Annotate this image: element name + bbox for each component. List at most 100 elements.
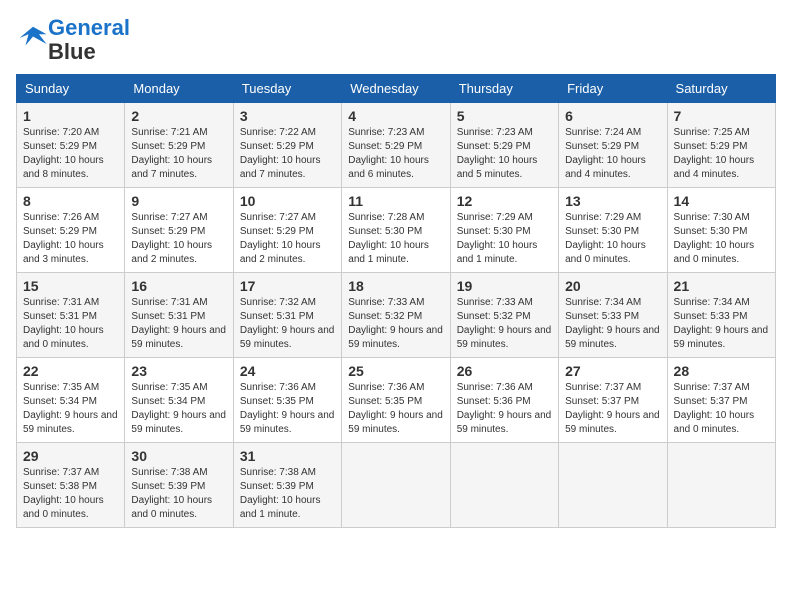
calendar-cell: 27 Sunrise: 7:37 AMSunset: 5:37 PMDaylig… (559, 358, 667, 443)
day-number: 11 (348, 193, 443, 209)
calendar-cell (450, 443, 558, 528)
calendar-cell: 13 Sunrise: 7:29 AMSunset: 5:30 PMDaylig… (559, 188, 667, 273)
calendar-cell: 9 Sunrise: 7:27 AMSunset: 5:29 PMDayligh… (125, 188, 233, 273)
day-info: Sunrise: 7:35 AMSunset: 5:34 PMDaylight:… (131, 381, 226, 437)
calendar-cell: 7 Sunrise: 7:25 AMSunset: 5:29 PMDayligh… (667, 103, 775, 188)
day-number: 31 (240, 448, 335, 464)
calendar-cell (667, 443, 775, 528)
calendar-cell (342, 443, 450, 528)
day-number: 20 (565, 278, 660, 294)
day-info: Sunrise: 7:35 AMSunset: 5:34 PMDaylight:… (23, 381, 118, 437)
calendar-cell: 23 Sunrise: 7:35 AMSunset: 5:34 PMDaylig… (125, 358, 233, 443)
calendar-cell: 8 Sunrise: 7:26 AMSunset: 5:29 PMDayligh… (17, 188, 125, 273)
day-info: Sunrise: 7:36 AMSunset: 5:35 PMDaylight:… (348, 381, 443, 437)
calendar-cell: 20 Sunrise: 7:34 AMSunset: 5:33 PMDaylig… (559, 273, 667, 358)
calendar-cell: 16 Sunrise: 7:31 AMSunset: 5:31 PMDaylig… (125, 273, 233, 358)
calendar-cell: 10 Sunrise: 7:27 AMSunset: 5:29 PMDaylig… (233, 188, 341, 273)
day-number: 5 (457, 108, 552, 124)
day-info: Sunrise: 7:27 AMSunset: 5:29 PMDaylight:… (131, 211, 226, 267)
day-number: 30 (131, 448, 226, 464)
day-info: Sunrise: 7:38 AMSunset: 5:39 PMDaylight:… (131, 466, 226, 522)
day-number: 8 (23, 193, 118, 209)
calendar-cell: 26 Sunrise: 7:36 AMSunset: 5:36 PMDaylig… (450, 358, 558, 443)
weekday-header-friday: Friday (559, 75, 667, 103)
weekday-header-tuesday: Tuesday (233, 75, 341, 103)
day-number: 15 (23, 278, 118, 294)
day-info: Sunrise: 7:29 AMSunset: 5:30 PMDaylight:… (457, 211, 552, 267)
calendar-cell: 29 Sunrise: 7:37 AMSunset: 5:38 PMDaylig… (17, 443, 125, 528)
day-number: 28 (674, 363, 769, 379)
day-info: Sunrise: 7:28 AMSunset: 5:30 PMDaylight:… (348, 211, 443, 267)
logo-text: GeneralBlue (48, 16, 130, 64)
day-number: 29 (23, 448, 118, 464)
calendar-cell: 11 Sunrise: 7:28 AMSunset: 5:30 PMDaylig… (342, 188, 450, 273)
day-info: Sunrise: 7:33 AMSunset: 5:32 PMDaylight:… (457, 296, 552, 352)
calendar-cell: 3 Sunrise: 7:22 AMSunset: 5:29 PMDayligh… (233, 103, 341, 188)
day-number: 23 (131, 363, 226, 379)
calendar-cell: 31 Sunrise: 7:38 AMSunset: 5:39 PMDaylig… (233, 443, 341, 528)
day-number: 18 (348, 278, 443, 294)
day-info: Sunrise: 7:21 AMSunset: 5:29 PMDaylight:… (131, 126, 226, 182)
weekday-header-monday: Monday (125, 75, 233, 103)
calendar-cell: 5 Sunrise: 7:23 AMSunset: 5:29 PMDayligh… (450, 103, 558, 188)
day-info: Sunrise: 7:20 AMSunset: 5:29 PMDaylight:… (23, 126, 118, 182)
day-number: 1 (23, 108, 118, 124)
day-number: 27 (565, 363, 660, 379)
page-header: GeneralBlue (16, 16, 776, 64)
calendar-cell: 12 Sunrise: 7:29 AMSunset: 5:30 PMDaylig… (450, 188, 558, 273)
calendar-cell: 17 Sunrise: 7:32 AMSunset: 5:31 PMDaylig… (233, 273, 341, 358)
calendar-cell: 6 Sunrise: 7:24 AMSunset: 5:29 PMDayligh… (559, 103, 667, 188)
weekday-header-sunday: Sunday (17, 75, 125, 103)
day-info: Sunrise: 7:29 AMSunset: 5:30 PMDaylight:… (565, 211, 660, 267)
calendar-cell: 30 Sunrise: 7:38 AMSunset: 5:39 PMDaylig… (125, 443, 233, 528)
day-info: Sunrise: 7:31 AMSunset: 5:31 PMDaylight:… (23, 296, 118, 352)
calendar-cell (559, 443, 667, 528)
day-info: Sunrise: 7:30 AMSunset: 5:30 PMDaylight:… (674, 211, 769, 267)
day-number: 13 (565, 193, 660, 209)
calendar-cell: 14 Sunrise: 7:30 AMSunset: 5:30 PMDaylig… (667, 188, 775, 273)
day-info: Sunrise: 7:37 AMSunset: 5:37 PMDaylight:… (565, 381, 660, 437)
day-number: 3 (240, 108, 335, 124)
day-number: 4 (348, 108, 443, 124)
day-number: 10 (240, 193, 335, 209)
day-number: 17 (240, 278, 335, 294)
day-info: Sunrise: 7:38 AMSunset: 5:39 PMDaylight:… (240, 466, 335, 522)
day-info: Sunrise: 7:25 AMSunset: 5:29 PMDaylight:… (674, 126, 769, 182)
day-info: Sunrise: 7:31 AMSunset: 5:31 PMDaylight:… (131, 296, 226, 352)
calendar-cell: 28 Sunrise: 7:37 AMSunset: 5:37 PMDaylig… (667, 358, 775, 443)
calendar-cell: 2 Sunrise: 7:21 AMSunset: 5:29 PMDayligh… (125, 103, 233, 188)
day-number: 12 (457, 193, 552, 209)
day-number: 25 (348, 363, 443, 379)
day-number: 19 (457, 278, 552, 294)
day-number: 22 (23, 363, 118, 379)
calendar-table: SundayMondayTuesdayWednesdayThursdayFrid… (16, 74, 776, 528)
calendar-cell: 18 Sunrise: 7:33 AMSunset: 5:32 PMDaylig… (342, 273, 450, 358)
day-number: 14 (674, 193, 769, 209)
calendar-cell: 15 Sunrise: 7:31 AMSunset: 5:31 PMDaylig… (17, 273, 125, 358)
calendar-cell: 19 Sunrise: 7:33 AMSunset: 5:32 PMDaylig… (450, 273, 558, 358)
day-number: 26 (457, 363, 552, 379)
day-info: Sunrise: 7:33 AMSunset: 5:32 PMDaylight:… (348, 296, 443, 352)
calendar-cell: 4 Sunrise: 7:23 AMSunset: 5:29 PMDayligh… (342, 103, 450, 188)
day-info: Sunrise: 7:22 AMSunset: 5:29 PMDaylight:… (240, 126, 335, 182)
calendar-cell: 1 Sunrise: 7:20 AMSunset: 5:29 PMDayligh… (17, 103, 125, 188)
day-number: 9 (131, 193, 226, 209)
calendar-cell: 25 Sunrise: 7:36 AMSunset: 5:35 PMDaylig… (342, 358, 450, 443)
day-info: Sunrise: 7:37 AMSunset: 5:37 PMDaylight:… (674, 381, 769, 437)
day-info: Sunrise: 7:37 AMSunset: 5:38 PMDaylight:… (23, 466, 118, 522)
logo: GeneralBlue (16, 16, 130, 64)
day-number: 2 (131, 108, 226, 124)
day-info: Sunrise: 7:36 AMSunset: 5:36 PMDaylight:… (457, 381, 552, 437)
day-info: Sunrise: 7:27 AMSunset: 5:29 PMDaylight:… (240, 211, 335, 267)
calendar-cell: 24 Sunrise: 7:36 AMSunset: 5:35 PMDaylig… (233, 358, 341, 443)
day-info: Sunrise: 7:23 AMSunset: 5:29 PMDaylight:… (348, 126, 443, 182)
day-number: 6 (565, 108, 660, 124)
calendar-cell: 21 Sunrise: 7:34 AMSunset: 5:33 PMDaylig… (667, 273, 775, 358)
day-info: Sunrise: 7:34 AMSunset: 5:33 PMDaylight:… (674, 296, 769, 352)
day-number: 24 (240, 363, 335, 379)
day-info: Sunrise: 7:34 AMSunset: 5:33 PMDaylight:… (565, 296, 660, 352)
day-info: Sunrise: 7:32 AMSunset: 5:31 PMDaylight:… (240, 296, 335, 352)
day-number: 7 (674, 108, 769, 124)
calendar-cell: 22 Sunrise: 7:35 AMSunset: 5:34 PMDaylig… (17, 358, 125, 443)
weekday-header-wednesday: Wednesday (342, 75, 450, 103)
